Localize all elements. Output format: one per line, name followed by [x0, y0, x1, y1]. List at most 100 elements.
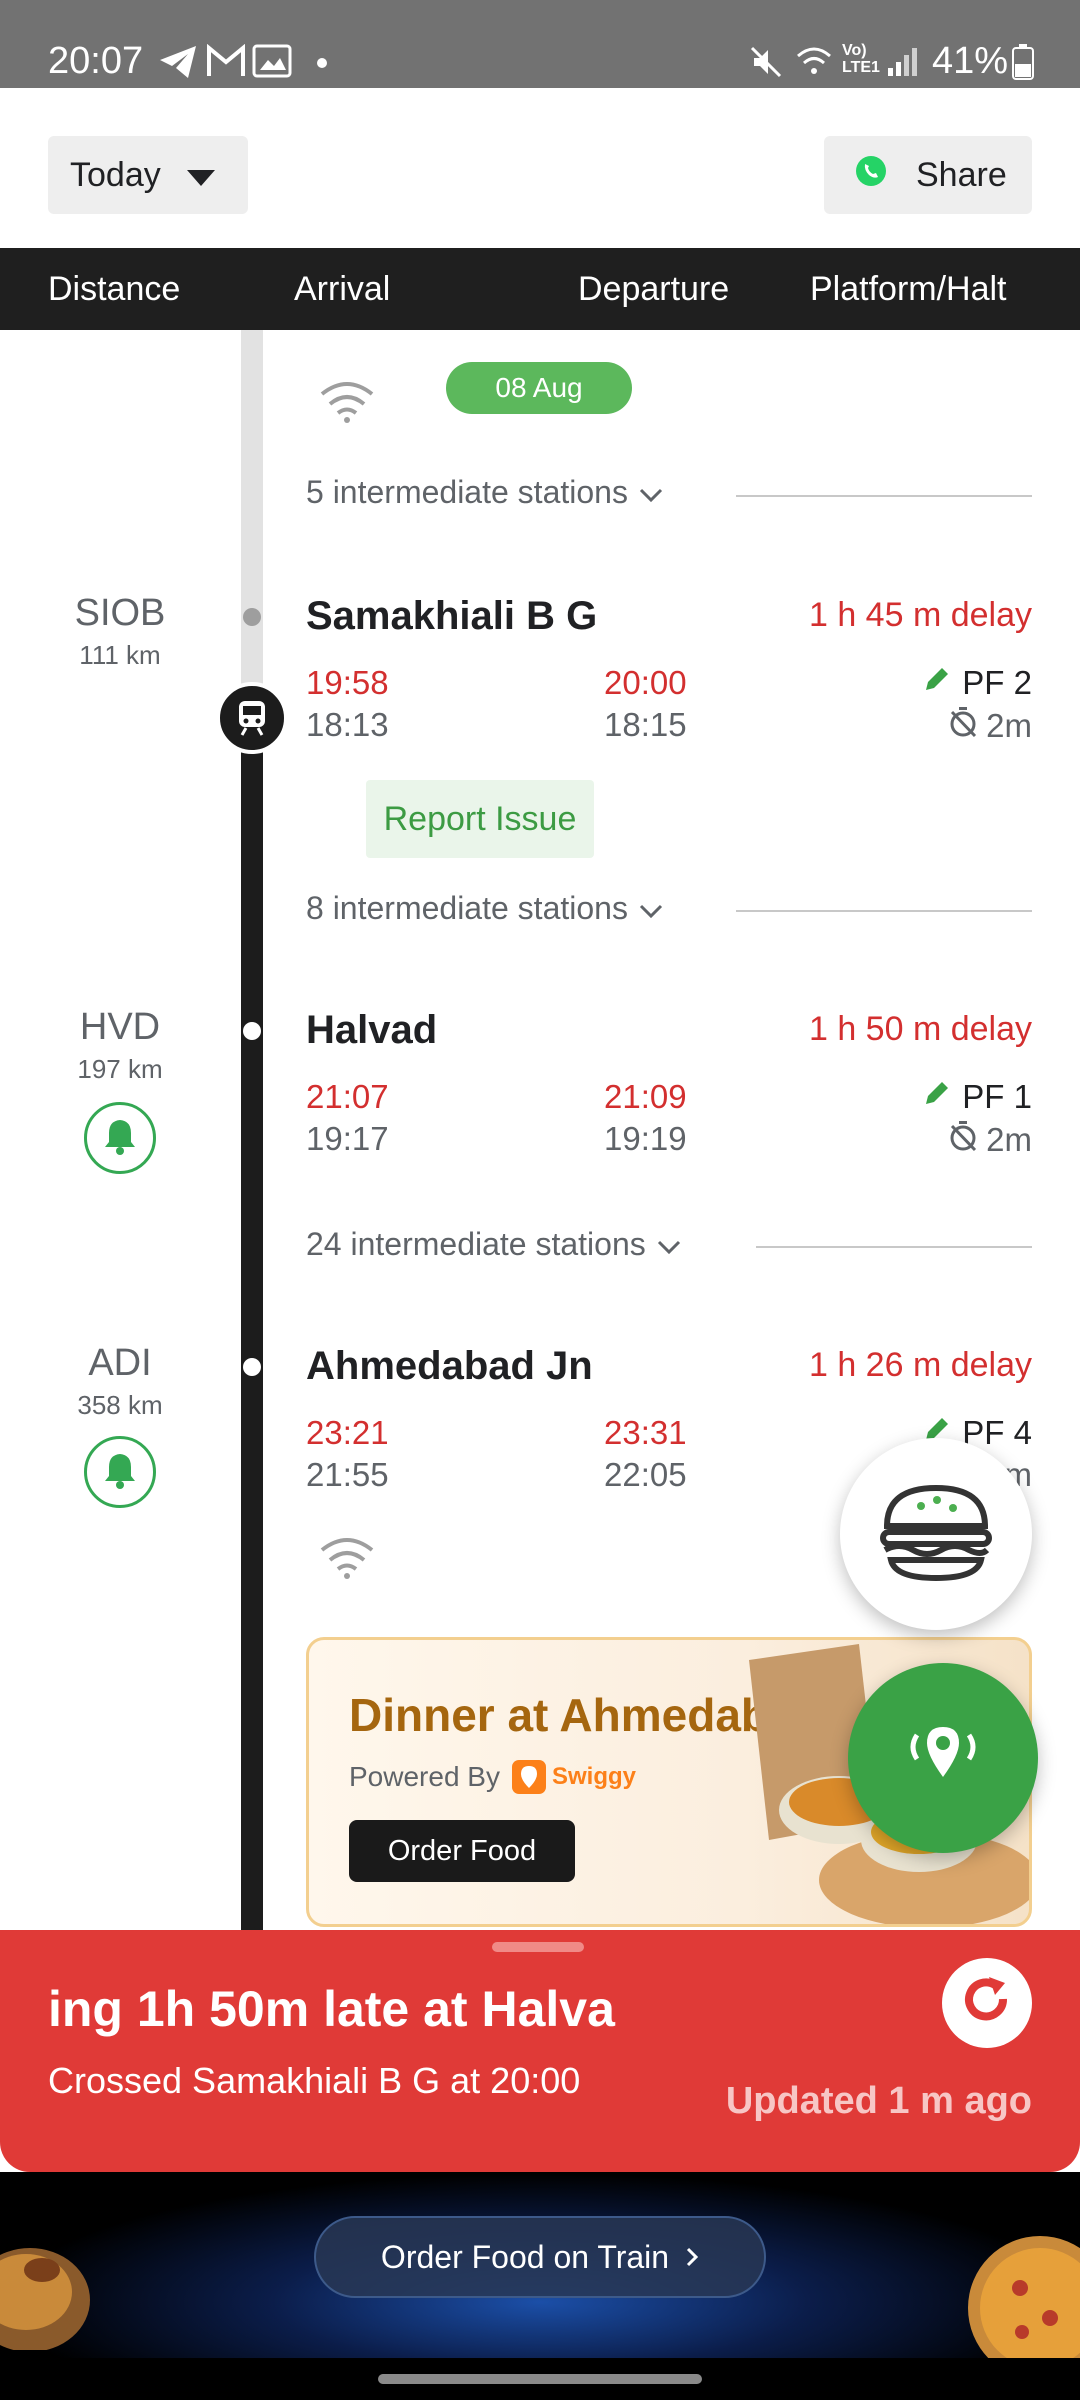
timer-off-icon [948, 1120, 978, 1160]
platform-info[interactable]: PF 2 [922, 664, 1032, 702]
departure-actual: 23:31 [604, 1414, 687, 1451]
clock: 20:07 [48, 40, 144, 82]
station-dot [243, 1358, 261, 1376]
intermediate-stations-label: 8 intermediate stations [306, 890, 628, 926]
swiggy-brand: Swiggy [551, 1763, 636, 1790]
bell-icon [102, 1117, 138, 1160]
home-gesture-bar[interactable] [378, 2374, 702, 2384]
arrival-scheduled: 21:55 [306, 1456, 389, 1493]
battery-icon [1012, 44, 1034, 85]
biryani-image [0, 2200, 110, 2352]
departure-scheduled: 19:19 [604, 1120, 687, 1157]
refresh-button[interactable] [942, 1958, 1032, 2048]
station-code: HVD [79, 1006, 161, 1048]
signal-icon [886, 44, 920, 83]
header-arrival: Arrival [294, 270, 391, 308]
pizza-image [950, 2208, 1080, 2380]
food-fab[interactable] [840, 1438, 1032, 1630]
station-name[interactable]: Ahmedabad Jn [306, 1344, 593, 1389]
station-distance: 111 km [79, 640, 161, 670]
whatsapp-icon [854, 154, 888, 197]
station-name[interactable]: Samakhiali B G [306, 594, 597, 639]
station-dot [243, 1022, 261, 1040]
date-selector[interactable]: Today [48, 136, 248, 214]
station-name[interactable]: Halvad [306, 1008, 437, 1053]
halt-duration: 2m [986, 1121, 1032, 1158]
intermediate-stations-toggle[interactable]: 8 intermediate stations [306, 890, 664, 927]
delay-label: 1 h 26 m delay [808, 1346, 1032, 1384]
intermediate-stations-toggle[interactable]: 24 intermediate stations [306, 1226, 682, 1263]
arrival-actual: 23:21 [306, 1414, 389, 1451]
updated-time: Updated 1 m ago [725, 2080, 1032, 2122]
arrival-scheduled: 18:13 [306, 706, 389, 743]
header-platform: Platform/Halt [810, 270, 1007, 308]
telegram-icon [158, 44, 198, 85]
live-status-panel[interactable]: ing 1h 50m late at Halva Crossed Samakhi… [0, 1930, 1080, 2172]
station-code: SIOB [74, 592, 166, 634]
rail-passed [241, 330, 263, 700]
halt-duration: 2m [986, 707, 1032, 744]
delay-label: 1 h 50 m delay [808, 1010, 1032, 1048]
wifi-available-icon [318, 1536, 376, 1585]
system-nav-bar [0, 2358, 1080, 2400]
divider [756, 1246, 1032, 1248]
status-bar: 20:07 Vo) LTE1 41% [0, 0, 1080, 88]
train-position-icon[interactable] [216, 682, 288, 754]
refresh-icon [959, 1973, 1015, 2034]
departure-actual: 21:09 [604, 1078, 687, 1115]
header-distance: Distance [48, 270, 181, 308]
departure-actual: 20:00 [604, 664, 687, 701]
order-food-on-train-button[interactable]: Order Food on Train [314, 2216, 766, 2298]
battery-percent: 41% [932, 40, 1009, 82]
halt-info: 2m [948, 706, 1032, 746]
live-location-fab[interactable] [848, 1663, 1038, 1853]
platform-number: PF 2 [962, 664, 1032, 701]
station-distance: 358 km [77, 1390, 163, 1420]
top-bar: Today Share [0, 88, 1080, 248]
edit-pencil-icon [922, 664, 952, 702]
station-distance: 197 km [77, 1054, 163, 1084]
powered-by: Powered By Swiggy [349, 1760, 636, 1794]
alarm-bell-button[interactable] [84, 1436, 156, 1508]
departure-scheduled: 18:15 [604, 706, 687, 743]
gmail-icon [206, 43, 246, 83]
wifi-available-icon [318, 380, 376, 429]
arrival-actual: 21:07 [306, 1078, 389, 1115]
platform-number: PF 1 [962, 1078, 1032, 1115]
report-issue-button[interactable]: Report Issue [366, 780, 594, 858]
alarm-bell-button[interactable] [84, 1102, 156, 1174]
intermediate-stations-label: 24 intermediate stations [306, 1226, 646, 1262]
status-marquee: ing 1h 50m late at Halva [48, 1981, 615, 2037]
column-header: Distance Arrival Departure Platform/Halt [0, 248, 1080, 330]
header-departure: Departure [578, 270, 730, 308]
dropdown-arrow-icon [186, 156, 215, 195]
wifi-status-icon [794, 44, 834, 85]
intermediate-stations-label: 5 intermediate stations [306, 474, 628, 510]
notification-dot-icon [316, 56, 328, 74]
order-food-button[interactable]: Order Food [349, 1820, 575, 1882]
intermediate-stations-toggle[interactable]: 5 intermediate stations [306, 474, 664, 511]
food-promo-banner[interactable]: Order Food on Train [0, 2172, 1080, 2380]
drag-handle[interactable] [492, 1942, 584, 1952]
edit-pencil-icon [922, 1078, 952, 1116]
mute-icon [748, 44, 784, 85]
powered-by-label: Powered By [349, 1761, 500, 1792]
chevron-down-icon [656, 1226, 682, 1263]
burger-icon [877, 1482, 995, 1587]
chevron-down-icon [638, 890, 664, 927]
chevron-down-icon [638, 474, 664, 511]
platform-info[interactable]: PF 1 [922, 1078, 1032, 1116]
divider [736, 495, 1032, 497]
crossed-status: Crossed Samakhiali B G at 20:00 [48, 2060, 581, 2101]
bell-icon [102, 1451, 138, 1494]
share-button[interactable]: Share [824, 136, 1032, 214]
halt-info: 2m [948, 1120, 1032, 1160]
gallery-icon [252, 44, 292, 83]
share-label: Share [916, 155, 1007, 194]
station-code: ADI [88, 1342, 152, 1384]
chevron-right-icon [685, 2239, 699, 2276]
arrival-scheduled: 19:17 [306, 1120, 389, 1157]
departure-scheduled: 22:05 [604, 1456, 687, 1493]
order-food-on-train-label: Order Food on Train [380, 2238, 670, 2275]
date-pill: 08 Aug [446, 362, 632, 414]
